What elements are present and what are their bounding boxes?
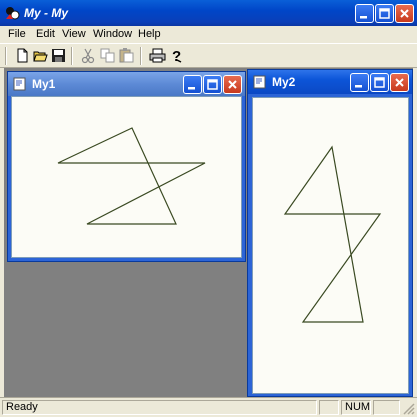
- child2-maximize-button[interactable]: [370, 73, 389, 92]
- save-icon[interactable]: [50, 47, 67, 64]
- close-button[interactable]: [395, 4, 414, 23]
- close-icon: [400, 9, 409, 18]
- child-window-my1[interactable]: My1: [7, 71, 246, 262]
- main-window: My - My File Edit View Window Help ? My1…: [0, 0, 417, 417]
- status-pane-cap: [319, 400, 339, 415]
- maximize-icon: [207, 79, 218, 90]
- status-num-indicator: NUM: [341, 400, 371, 415]
- child-title-text-my2: My2: [272, 75, 296, 89]
- document-icon[interactable]: [13, 77, 28, 91]
- child2-client-area[interactable]: [252, 97, 409, 394]
- maximize-icon: [379, 8, 390, 19]
- star-drawing-my1: [57, 127, 206, 225]
- menu-bar: File Edit View Window Help: [0, 26, 417, 43]
- toolbar: ?: [0, 43, 417, 68]
- status-text: Ready: [2, 400, 317, 415]
- child2-close-button[interactable]: [390, 73, 409, 92]
- minimize-button[interactable]: [355, 4, 374, 23]
- new-icon[interactable]: [14, 47, 31, 64]
- child1-close-button[interactable]: [223, 75, 242, 94]
- open-icon[interactable]: [32, 47, 49, 64]
- star-drawing-my2: [283, 145, 382, 323]
- paste-icon[interactable]: [118, 47, 135, 64]
- toolbar-separator: [71, 47, 73, 65]
- close-icon: [228, 80, 237, 89]
- menu-view[interactable]: View: [62, 28, 86, 40]
- help-icon[interactable]: ?: [168, 47, 185, 64]
- app-icon[interactable]: [4, 5, 20, 21]
- minimize-icon: [355, 85, 362, 88]
- copy-icon[interactable]: [99, 47, 116, 64]
- menu-window[interactable]: Window: [93, 28, 132, 40]
- maximize-icon: [374, 77, 385, 88]
- main-title-bar[interactable]: My - My: [0, 0, 417, 26]
- child1-minimize-button[interactable]: [183, 75, 202, 94]
- child-window-my2[interactable]: My2: [247, 69, 413, 397]
- resize-grip-icon[interactable]: [402, 402, 415, 415]
- child-title-bar-my1[interactable]: My1: [8, 72, 245, 96]
- cut-icon[interactable]: [80, 47, 97, 64]
- minimize-icon: [360, 16, 367, 19]
- star-polygon: [57, 127, 206, 225]
- close-icon: [395, 78, 404, 87]
- child2-minimize-button[interactable]: [350, 73, 369, 92]
- toolbar-separator: [140, 47, 142, 65]
- menu-help[interactable]: Help: [138, 28, 161, 40]
- document-icon[interactable]: [253, 75, 268, 89]
- child-title-text-my1: My1: [32, 77, 56, 91]
- mdi-client-area: My1 My2: [4, 68, 413, 397]
- main-title-text: My - My: [24, 6, 69, 20]
- toolbar-grip[interactable]: [5, 47, 7, 65]
- print-icon[interactable]: [149, 47, 166, 64]
- minimize-icon: [188, 87, 195, 90]
- menu-edit[interactable]: Edit: [36, 28, 55, 40]
- child1-maximize-button[interactable]: [203, 75, 222, 94]
- star-polygon: [283, 145, 382, 323]
- child-title-bar-my2[interactable]: My2: [248, 70, 412, 94]
- maximize-button[interactable]: [375, 4, 394, 23]
- child1-client-area[interactable]: [11, 96, 242, 258]
- status-bar: Ready NUM: [0, 397, 417, 417]
- menu-file[interactable]: File: [8, 28, 26, 40]
- status-pane-scrl: [373, 400, 400, 415]
